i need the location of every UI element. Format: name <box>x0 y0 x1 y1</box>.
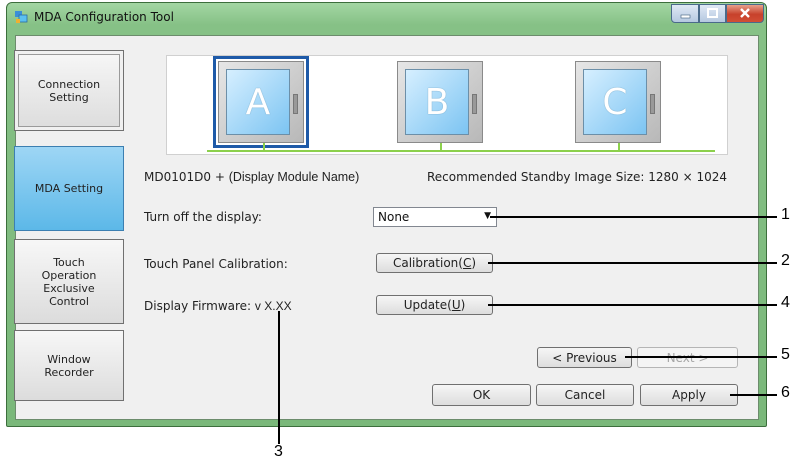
ok-button[interactable]: OK <box>432 384 531 406</box>
nav-mda-setting[interactable]: MDA Setting <box>14 146 124 231</box>
minimize-icon <box>680 14 691 19</box>
callout-line-2 <box>488 262 777 264</box>
callout-line-5 <box>625 356 777 358</box>
calibration-button-key: C <box>462 256 472 270</box>
monitor-c-screen: C <box>583 69 647 135</box>
calibration-button-end: ) <box>471 256 477 270</box>
apply-button[interactable]: Apply <box>640 384 738 406</box>
nav-touch-operation-exclusive-control[interactable]: Touch Operation Exclusive Control <box>14 239 124 324</box>
callout-number-1: 1 <box>781 206 790 223</box>
maximize-icon <box>707 8 718 18</box>
update-button-key: U <box>451 298 461 312</box>
calibration-button-text: Calibration( <box>392 256 463 270</box>
title-bar[interactable]: MDA Configuration Tool <box>7 3 766 29</box>
monitor-knob <box>293 94 298 114</box>
close-icon <box>740 8 750 18</box>
callout-line-1 <box>490 216 777 218</box>
nav-connection-setting[interactable]: Connection Setting <box>14 50 124 131</box>
cancel-button[interactable]: Cancel <box>536 384 634 406</box>
monitor-a-screen: A <box>226 69 290 135</box>
update-firmware-button[interactable]: Update(U) <box>376 295 493 315</box>
update-button-text: Update( <box>403 298 452 312</box>
calibration-button[interactable]: Calibration(C) <box>376 253 493 273</box>
recommended-image-size: Recommended Standby Image Size: 1280 × 1… <box>427 170 727 184</box>
window-title: MDA Configuration Tool <box>34 10 174 24</box>
firmware-label: Display Firmware: <box>144 299 255 313</box>
turn-off-display-value: None <box>378 210 410 224</box>
turn-off-display-select[interactable]: None ▼ <box>373 207 497 227</box>
monitor-knob <box>472 94 477 114</box>
app-icon <box>15 11 28 23</box>
callout-line-4 <box>488 304 777 306</box>
monitor-knob <box>650 94 655 114</box>
callout-number-5: 5 <box>781 346 790 363</box>
callout-line-3 <box>278 311 280 444</box>
firmware-version: v X.XX <box>254 299 292 313</box>
connector-bus <box>207 150 715 152</box>
module-name: (Display Module Name) <box>228 170 360 184</box>
update-button-end: ) <box>460 298 466 312</box>
nav-window-recorder[interactable]: Window Recorder <box>14 330 124 401</box>
monitor-a[interactable]: A <box>213 56 309 148</box>
turn-off-display-label: Turn off the display: <box>144 210 262 224</box>
close-button[interactable] <box>726 4 764 23</box>
monitor-b[interactable]: B <box>397 61 483 143</box>
touch-panel-calibration-label: Touch Panel Calibration: <box>144 257 288 271</box>
callout-number-2: 2 <box>781 252 790 269</box>
monitor-preview: A B C <box>166 55 728 155</box>
monitor-c[interactable]: C <box>575 61 661 143</box>
callout-number-3: 3 <box>274 443 283 460</box>
callout-number-4: 4 <box>781 294 790 311</box>
module-info: MD0101D0 + (Display Module Name) <box>144 170 359 184</box>
callout-number-6: 6 <box>781 384 790 401</box>
callout-line-6 <box>730 394 777 396</box>
previous-button[interactable]: < Previous <box>537 347 632 368</box>
maximize-button[interactable] <box>699 4 726 23</box>
monitor-b-screen: B <box>405 69 469 135</box>
module-id: MD0101D0 + <box>144 170 229 184</box>
firmware-info: Display Firmware: v X.XX <box>144 299 292 313</box>
minimize-button[interactable] <box>671 4 699 23</box>
